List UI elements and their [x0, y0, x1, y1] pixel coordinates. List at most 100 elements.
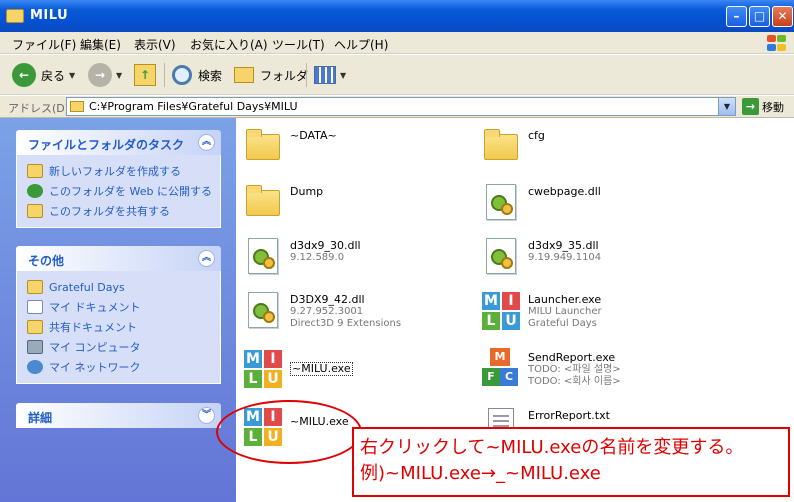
file-description: MILU Launcher: [528, 306, 602, 317]
my-documents-icon: [27, 300, 43, 314]
menu-tools[interactable]: ツール(T): [272, 36, 325, 53]
search-icon: [172, 65, 192, 85]
file-item[interactable]: M F C SendReport.exe TODO: <파일 설명> TODO: <…: [480, 348, 621, 388]
details-panel-header[interactable]: 詳細 ︾: [16, 403, 221, 428]
mfc-app-icon: M F C: [480, 348, 520, 388]
details-panel-title: 詳細: [28, 411, 53, 425]
forward-button[interactable]: → ▼: [88, 61, 122, 89]
toolbar: ← 戻る ▼ → ▼ ↑ 検索 フォルダ ▼: [0, 55, 794, 95]
title-bar[interactable]: MILU – □ ✕: [0, 0, 794, 32]
menu-favorites[interactable]: お気に入り(A): [190, 36, 268, 53]
other-panel-title: その他: [28, 254, 65, 268]
file-version: 9.19.949.1104: [528, 252, 602, 263]
toolbar-divider: [164, 63, 165, 87]
instruction-line-1: 右クリックして~MILU.exeの名前を変更する。: [360, 437, 744, 458]
dll-file-icon: [480, 182, 520, 222]
tasks-panel: ファイルとフォルダのタスク ︽ 新しいフォルダを作成する このフォルダを Web…: [16, 130, 221, 228]
forward-arrow-icon: →: [88, 63, 112, 87]
new-folder-icon: [27, 164, 43, 178]
collapse-icon[interactable]: ︽: [198, 134, 215, 151]
dll-file-icon: [480, 236, 520, 276]
file-item[interactable]: Dump: [242, 182, 323, 222]
instruction-line-2: 例)~MILU.exe→_~MILU.exe: [360, 463, 601, 484]
folders-button[interactable]: フォルダ: [234, 61, 308, 89]
back-button[interactable]: ← 戻る ▼: [12, 61, 75, 89]
folder-icon: [6, 9, 24, 23]
file-name: SendReport.exe: [528, 351, 616, 364]
task-label: 新しいフォルダを作成する: [49, 165, 181, 178]
address-input[interactable]: C:¥Program Files¥Grateful Days¥MILU ▼: [66, 97, 736, 116]
place-my-network[interactable]: マイ ネットワーク: [27, 357, 210, 377]
milu-app-icon: MILU: [480, 290, 520, 330]
file-item[interactable]: cfg: [480, 126, 545, 166]
file-item[interactable]: d3dx9_35.dll 9.19.949.1104: [480, 236, 601, 276]
tasks-panel-header[interactable]: ファイルとフォルダのタスク ︽: [16, 130, 221, 155]
windows-logo-icon: [766, 34, 788, 52]
share-folder-icon: [27, 204, 43, 218]
close-button[interactable]: ✕: [772, 6, 793, 27]
tasks-panel-title: ファイルとフォルダのタスク: [28, 138, 185, 152]
up-folder-button[interactable]: ↑: [134, 61, 156, 89]
file-name: ErrorReport.txt: [528, 409, 610, 422]
go-label: 移動: [762, 100, 784, 114]
menu-view[interactable]: 表示(V): [134, 36, 176, 53]
menu-help[interactable]: ヘルプ(H): [334, 36, 388, 53]
folders-label: フォルダ: [260, 68, 309, 83]
other-panel-header[interactable]: その他 ︽: [16, 246, 221, 271]
file-item[interactable]: ~DATA~: [242, 126, 337, 166]
toolbar-divider: [306, 63, 307, 87]
file-description: Direct3D 9 Extensions: [290, 318, 402, 329]
folder-icon: [70, 101, 84, 112]
expand-icon[interactable]: ︾: [198, 407, 215, 424]
folder-icon: [242, 126, 282, 166]
chevron-down-icon[interactable]: ▼: [69, 71, 75, 80]
task-label: このフォルダを共有する: [49, 205, 170, 218]
chevron-down-icon[interactable]: ▼: [718, 98, 735, 115]
place-shared-documents[interactable]: 共有ドキュメント: [27, 317, 210, 337]
chevron-down-icon[interactable]: ▼: [116, 71, 122, 80]
folder-icon: [242, 182, 282, 222]
place-label: マイ ネットワーク: [49, 361, 141, 374]
dll-file-icon: [242, 236, 282, 276]
menu-bar: ファイル(F) 編集(E) 表示(V) お気に入り(A) ツール(T) ヘルプ(…: [0, 32, 794, 54]
collapse-icon[interactable]: ︽: [198, 250, 215, 267]
file-version: 9.27.952.3001: [290, 306, 364, 317]
file-company: Grateful Days: [528, 318, 597, 329]
go-arrow-icon: →: [742, 98, 759, 115]
chevron-down-icon[interactable]: ▼: [340, 71, 346, 80]
task-share-folder[interactable]: このフォルダを共有する: [27, 201, 210, 221]
file-item[interactable]: d3dx9_30.dll 9.12.589.0: [242, 236, 361, 276]
task-new-folder[interactable]: 新しいフォルダを作成する: [27, 161, 210, 181]
menu-file[interactable]: ファイル(F): [12, 36, 76, 53]
address-bar: アドレス(D) C:¥Program Files¥Grateful Days¥M…: [0, 96, 794, 118]
file-item[interactable]: MILU ~MILU.exe: [242, 348, 353, 388]
file-name: Launcher.exe: [528, 293, 602, 306]
folder-icon: [480, 126, 520, 166]
file-name: d3dx9_30.dll: [290, 239, 361, 252]
address-path: C:¥Program Files¥Grateful Days¥MILU: [89, 100, 298, 113]
up-folder-icon: ↑: [134, 64, 156, 86]
file-item[interactable]: D3DX9_42.dll 9.27.952.3001 Direct3D 9 Exte…: [242, 290, 401, 330]
address-label: アドレス(D): [8, 102, 70, 115]
file-version: 9.12.589.0: [290, 252, 345, 263]
place-label: マイ ドキュメント: [49, 301, 141, 314]
go-button[interactable]: → 移動: [742, 98, 784, 115]
task-publish-web[interactable]: このフォルダを Web に公開する: [27, 181, 212, 201]
file-item[interactable]: MILU Launcher.exe MILU Launcher Grateful D…: [480, 290, 602, 330]
file-item[interactable]: cwebpage.dll: [480, 182, 601, 222]
task-label: このフォルダを Web に公開する: [49, 185, 212, 198]
place-label: 共有ドキュメント: [49, 321, 137, 334]
menu-edit[interactable]: 編集(E): [80, 36, 121, 53]
highlight-oval: [216, 400, 362, 464]
milu-app-icon: MILU: [242, 348, 282, 388]
back-label: 戻る: [41, 68, 66, 83]
minimize-button[interactable]: –: [726, 6, 747, 27]
views-button[interactable]: ▼: [314, 61, 346, 89]
place-grateful-days[interactable]: Grateful Days: [27, 277, 210, 297]
place-my-computer[interactable]: マイ コンピュータ: [27, 337, 210, 357]
file-name: ~MILU.exe: [290, 362, 353, 376]
globe-icon: [27, 184, 43, 198]
search-button[interactable]: 検索: [172, 61, 222, 89]
place-my-documents[interactable]: マイ ドキュメント: [27, 297, 210, 317]
maximize-button[interactable]: □: [749, 6, 770, 27]
